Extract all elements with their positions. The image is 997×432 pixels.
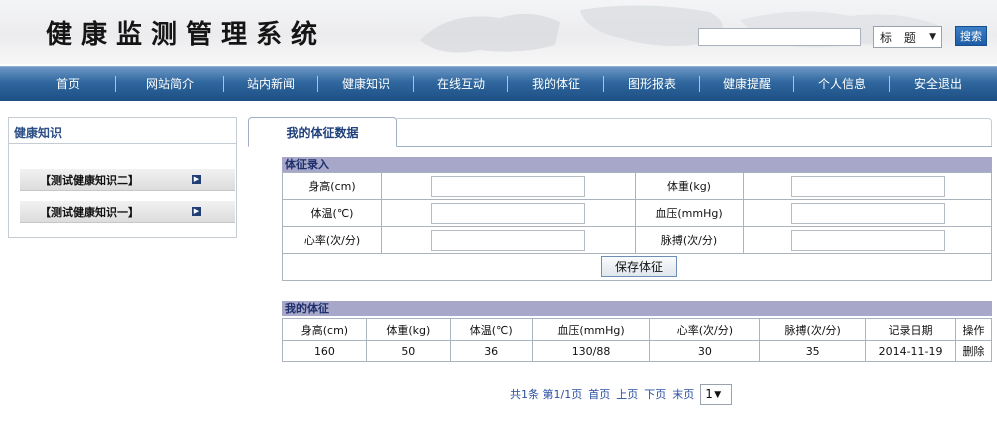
nav-item-label: 健康提醒 xyxy=(722,77,771,91)
chevron-down-icon: ▼ xyxy=(929,32,936,42)
tab-strip xyxy=(397,118,992,147)
sidebar-item-knowledge-1[interactable]: 【测试健康知识一】 ▶ xyxy=(20,201,235,223)
column-header: 脉搏(次/分) xyxy=(759,318,867,341)
table-cell: 130/88 xyxy=(531,340,651,362)
nav-item-label: 我的体征 xyxy=(531,77,580,91)
nav-item-label: 图形报表 xyxy=(627,77,676,91)
prev-page-link[interactable]: 上页 xyxy=(616,386,638,402)
heart-rate-input[interactable] xyxy=(431,230,585,251)
search-button[interactable]: 搜索 xyxy=(955,26,987,46)
weight-input[interactable] xyxy=(791,176,945,197)
sidebar-item-label: 【测试健康知识二】 xyxy=(40,173,139,187)
nav-item-about[interactable]: 网站简介 xyxy=(116,67,224,100)
main-nav: 首页 网站简介 站内新闻 健康知识 在线互动 我的体征 图形报表 健康提醒 个人… xyxy=(0,66,997,101)
height-label: 身高(cm) xyxy=(308,180,356,193)
header-banner: 健康监测管理系统 标 题 ▼ 搜索 xyxy=(0,0,997,64)
column-header: 体温(℃) xyxy=(449,318,533,341)
save-vitals-button[interactable]: 保存体征 xyxy=(601,256,677,277)
column-header: 操作 xyxy=(954,318,993,341)
pulse-input[interactable] xyxy=(791,230,945,251)
cell-divider xyxy=(381,227,382,253)
blood-pressure-input[interactable] xyxy=(791,203,945,224)
height-input[interactable] xyxy=(431,176,585,197)
search-input[interactable] xyxy=(698,28,861,46)
arrow-right-icon: ▶ xyxy=(192,207,201,216)
cell-divider xyxy=(381,173,382,199)
nav-item-my-vitals[interactable]: 我的体征 xyxy=(508,67,604,100)
sidebar-title: 健康知识 xyxy=(9,118,236,144)
delete-link[interactable]: 删除 xyxy=(954,340,993,362)
arrow-right-icon: ▶ xyxy=(192,175,201,184)
first-page-link[interactable]: 首页 xyxy=(588,386,610,402)
nav-item-label: 网站简介 xyxy=(145,77,194,91)
table-cell: 2014-11-19 xyxy=(865,340,956,362)
cell-divider xyxy=(743,200,744,226)
table-cell: 35 xyxy=(759,340,867,362)
chevron-down-icon: ▼ xyxy=(714,389,722,400)
nav-item-health-reminders[interactable]: 健康提醒 xyxy=(700,67,794,100)
table-cell: 36 xyxy=(449,340,533,362)
nav-item-personal-info[interactable]: 个人信息 xyxy=(794,67,890,100)
pagination: 共1条 第1/1页 首页 上页 下页 末页 1 ▼ xyxy=(510,383,733,405)
sidebar-item-knowledge-2[interactable]: 【测试健康知识二】 ▶ xyxy=(20,169,235,191)
nav-item-online-interaction[interactable]: 在线互动 xyxy=(414,67,508,100)
nav-item-logout[interactable]: 安全退出 xyxy=(890,67,986,100)
nav-item-label: 健康知识 xyxy=(341,77,390,91)
sidebar-health-knowledge: 健康知识 【测试健康知识二】 ▶ 【测试健康知识一】 ▶ xyxy=(8,117,237,238)
column-header: 血压(mmHg) xyxy=(531,318,651,341)
table-header-row: 身高(cm) 体重(kg) 体温(℃) 血压(mmHg) 心率(次/分) 脉搏(… xyxy=(282,318,993,341)
search-field-select[interactable]: 标 题 ▼ xyxy=(873,26,942,48)
temperature-input[interactable] xyxy=(431,203,585,224)
pagination-summary: 共1条 第1/1页 xyxy=(510,388,583,401)
nav-item-label: 安全退出 xyxy=(913,77,962,91)
table-cell: 30 xyxy=(649,340,761,362)
page-select[interactable]: 1 ▼ xyxy=(700,383,733,405)
sidebar-item-label: 【测试健康知识一】 xyxy=(40,205,139,219)
table-cell: 160 xyxy=(282,340,367,362)
vitals-records-table: 身高(cm) 体重(kg) 体温(℃) 血压(mmHg) 心率(次/分) 脉搏(… xyxy=(282,318,993,362)
nav-item-label: 在线互动 xyxy=(436,77,485,91)
page-title: 健康监测管理系统 xyxy=(46,20,327,50)
nav-item-label: 首页 xyxy=(55,77,80,91)
column-header: 记录日期 xyxy=(865,318,956,341)
cell-divider xyxy=(743,173,744,199)
tab-my-vitals-data[interactable]: 我的体征数据 xyxy=(248,117,397,147)
section-title-my-vitals: 我的体征 xyxy=(282,301,992,316)
column-header: 身高(cm) xyxy=(282,318,367,341)
form-row: 身高(cm) 体重(kg) xyxy=(283,173,991,200)
nav-item-news[interactable]: 站内新闻 xyxy=(224,67,318,100)
column-header: 体重(kg) xyxy=(365,318,451,341)
heart-rate-label: 心率(次/分) xyxy=(303,234,361,247)
section-title-vitals-entry: 体征录入 xyxy=(282,157,992,172)
cell-divider xyxy=(381,200,382,226)
nav-item-label: 个人信息 xyxy=(817,77,866,91)
last-page-link[interactable]: 末页 xyxy=(672,386,694,402)
temperature-label: 体温(℃) xyxy=(310,207,354,220)
form-row: 体温(℃) 血压(mmHg) xyxy=(283,200,991,227)
nav-item-label: 站内新闻 xyxy=(246,77,295,91)
blood-pressure-label: 血压(mmHg) xyxy=(655,207,723,220)
nav-item-health-knowledge[interactable]: 健康知识 xyxy=(318,67,414,100)
nav-item-charts[interactable]: 图形报表 xyxy=(604,67,700,100)
search-field-select-value: 标 题 xyxy=(880,30,920,45)
page-select-value: 1 xyxy=(705,387,713,401)
nav-item-home[interactable]: 首页 xyxy=(20,67,116,100)
column-header: 心率(次/分) xyxy=(649,318,761,341)
cell-divider xyxy=(743,227,744,253)
table-row: 160 50 36 130/88 30 35 2014-11-19 删除 xyxy=(282,340,993,362)
table-cell: 50 xyxy=(365,340,451,362)
form-row: 心率(次/分) 脉搏(次/分) xyxy=(283,227,991,254)
next-page-link[interactable]: 下页 xyxy=(644,386,666,402)
pulse-label: 脉搏(次/分) xyxy=(660,234,718,247)
weight-label: 体重(kg) xyxy=(667,180,711,193)
